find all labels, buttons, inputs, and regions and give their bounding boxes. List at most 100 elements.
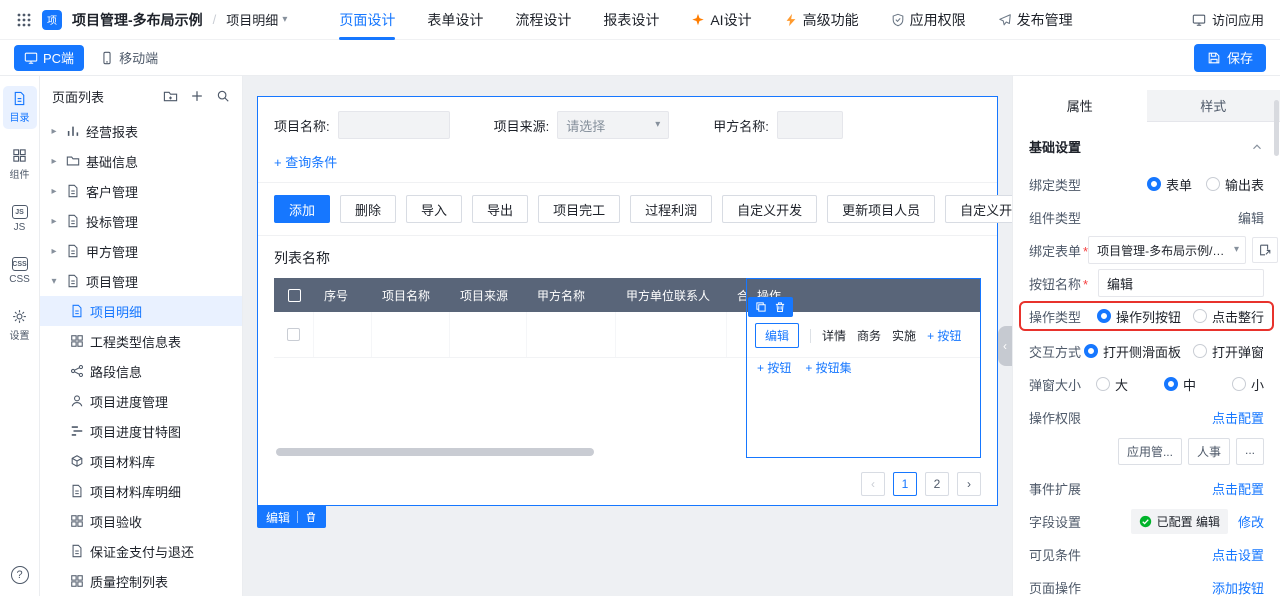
tree-item-gantt[interactable]: 项目进度甘特图: [40, 416, 242, 446]
tree-item-progress-mgmt[interactable]: 项目进度管理: [40, 386, 242, 416]
row-checkbox[interactable]: [287, 328, 300, 341]
tree-item-material-lib[interactable]: 项目材料库: [40, 446, 242, 476]
custom-dev-button[interactable]: 自定义开发: [722, 195, 817, 223]
update-members-button[interactable]: 更新项目人员: [827, 195, 935, 223]
radio-side-panel[interactable]: 打开侧滑面板: [1084, 342, 1181, 361]
basic-settings-section[interactable]: 基础设置: [1013, 122, 1280, 169]
panel-scrollbar-thumb[interactable]: [1274, 100, 1279, 156]
tree-item-quality-control[interactable]: 质量控制列表: [40, 566, 242, 596]
tree-item-acceptance[interactable]: 项目验收: [40, 506, 242, 536]
page-number-1[interactable]: 1: [893, 472, 917, 496]
select-all-checkbox[interactable]: [288, 289, 301, 302]
add-button-link[interactable]: + 按钮: [757, 359, 791, 376]
nav-app-permission[interactable]: 应用权限: [891, 0, 966, 40]
tree-group-business-report[interactable]: ▸ 经营报表: [40, 116, 242, 146]
nav-advanced[interactable]: 高级功能: [784, 0, 859, 40]
project-source-select[interactable]: 请选择 ▾: [557, 111, 669, 139]
tree-item-project-detail[interactable]: 项目明细: [40, 296, 242, 326]
copy-icon[interactable]: [755, 301, 767, 313]
permission-chip-more[interactable]: ...: [1236, 438, 1264, 465]
tree-item-deposit[interactable]: 保证金支付与退还: [40, 536, 242, 566]
next-page-button[interactable]: ›: [957, 472, 981, 496]
radio-form[interactable]: 表单: [1147, 175, 1192, 194]
tree-group-customer[interactable]: ▸ 客户管理: [40, 176, 242, 206]
nav-page-design[interactable]: 页面设计: [339, 0, 395, 40]
add-query-condition-link[interactable]: + 查询条件: [274, 152, 337, 171]
panel-collapse-handle[interactable]: ‹: [998, 326, 1012, 366]
radio-size-small[interactable]: 小: [1232, 375, 1264, 394]
permission-chip-app-admin[interactable]: 应用管...: [1118, 438, 1182, 465]
trash-icon[interactable]: [774, 301, 786, 313]
mobile-view-button[interactable]: 移动端: [100, 48, 158, 67]
radio-output-table[interactable]: 输出表: [1206, 175, 1264, 194]
radio-size-large[interactable]: 大: [1096, 375, 1128, 394]
save-button[interactable]: 保存: [1194, 44, 1266, 72]
delete-button[interactable]: 删除: [340, 195, 396, 223]
app-logo[interactable]: 项: [42, 10, 62, 30]
tree-group-bidding[interactable]: ▸ 投标管理: [40, 206, 242, 236]
permission-chip-hr[interactable]: 人事: [1188, 438, 1230, 465]
op-detail-button[interactable]: 详情: [822, 327, 846, 344]
page-selector-dropdown[interactable]: 项目明细 ▾: [226, 10, 287, 29]
op-edit-button[interactable]: 编辑: [755, 323, 799, 348]
nav-ai-design[interactable]: AI设计: [691, 0, 751, 40]
page-number-2[interactable]: 2: [925, 472, 949, 496]
plus-icon[interactable]: [190, 89, 204, 103]
pc-view-button[interactable]: PC端: [14, 45, 84, 71]
radio-click-row[interactable]: 点击整行: [1193, 307, 1264, 326]
add-page-button-link[interactable]: 添加按钮: [1212, 578, 1264, 596]
party-name-input[interactable]: [777, 111, 843, 139]
query-field-project-source: 项目来源: 请选择 ▾: [494, 111, 670, 139]
add-button-group-link[interactable]: + 按钮集: [805, 359, 851, 376]
nav-form-design[interactable]: 表单设计: [427, 0, 483, 40]
tree-item-road-section[interactable]: 路段信息: [40, 356, 242, 386]
folder-plus-icon[interactable]: [163, 89, 178, 104]
radio-size-medium[interactable]: 中: [1164, 375, 1196, 394]
export-button[interactable]: 导出: [472, 195, 528, 223]
add-button[interactable]: 添加: [274, 195, 330, 223]
open-form-button[interactable]: [1252, 237, 1278, 263]
header-checkbox-cell: [274, 289, 314, 302]
project-complete-button[interactable]: 项目完工: [538, 195, 620, 223]
configure-permission-link[interactable]: 点击配置: [1212, 408, 1264, 427]
import-button[interactable]: 导入: [406, 195, 462, 223]
tree-group-basic-info[interactable]: ▸ 基础信息: [40, 146, 242, 176]
radio-open-modal[interactable]: 打开弹窗: [1193, 342, 1264, 361]
rail-item-catalog[interactable]: 目录: [3, 86, 37, 129]
rail-item-js[interactable]: JS JS: [3, 200, 37, 238]
selected-page-block[interactable]: 项目名称: 项目来源: 请选择 ▾ 甲方名称: + 查询条件: [257, 96, 998, 506]
op-add-button-link[interactable]: + 按钮: [927, 327, 961, 344]
set-visible-condition-link[interactable]: 点击设置: [1212, 545, 1264, 564]
rail-item-css[interactable]: CSS CSS: [3, 252, 37, 290]
rail-item-components[interactable]: 组件: [3, 143, 37, 186]
op-implement-button[interactable]: 实施: [892, 327, 916, 344]
tree-item-material-detail[interactable]: 项目材料库明细: [40, 476, 242, 506]
project-name-input[interactable]: [338, 111, 450, 139]
tab-style[interactable]: 样式: [1147, 90, 1280, 122]
rail-item-settings[interactable]: 设置: [3, 304, 37, 347]
configure-event-link[interactable]: 点击配置: [1212, 479, 1264, 498]
nav-report-design[interactable]: 报表设计: [603, 0, 659, 40]
help-button[interactable]: ?: [11, 566, 29, 584]
bind-form-select[interactable]: 项目管理-多布局示例/项... ▾: [1088, 236, 1246, 264]
tab-properties[interactable]: 属性: [1013, 90, 1147, 122]
operation-column-selection[interactable]: 编辑 详情 商务 实施 + 按钮 + 按钮 + 按钮集: [746, 278, 981, 458]
horizontal-scrollbar-thumb[interactable]: [276, 448, 594, 456]
tree-group-party-a[interactable]: ▸ 甲方管理: [40, 236, 242, 266]
process-profit-button[interactable]: 过程利润: [630, 195, 712, 223]
nav-publish[interactable]: 发布管理: [998, 0, 1073, 40]
trash-icon[interactable]: [305, 511, 317, 523]
app-launcher-icon[interactable]: [16, 12, 32, 28]
modify-fields-link[interactable]: 修改: [1238, 512, 1264, 531]
selection-tag-label: 编辑: [266, 509, 290, 526]
prev-page-button[interactable]: ‹: [861, 472, 885, 496]
tree-item-engineering-type[interactable]: 工程类型信息表: [40, 326, 242, 356]
search-icon[interactable]: [216, 89, 230, 103]
visit-app-button[interactable]: 访问应用: [1192, 10, 1264, 29]
nav-flow-design[interactable]: 流程设计: [515, 0, 571, 40]
radio-label: 打开侧滑面板: [1103, 342, 1181, 361]
button-name-input[interactable]: [1098, 269, 1264, 297]
op-business-button[interactable]: 商务: [857, 327, 881, 344]
radio-operation-column-button[interactable]: 操作列按钮: [1097, 307, 1181, 326]
tree-group-project-mgmt[interactable]: ▾ 项目管理: [40, 266, 242, 296]
